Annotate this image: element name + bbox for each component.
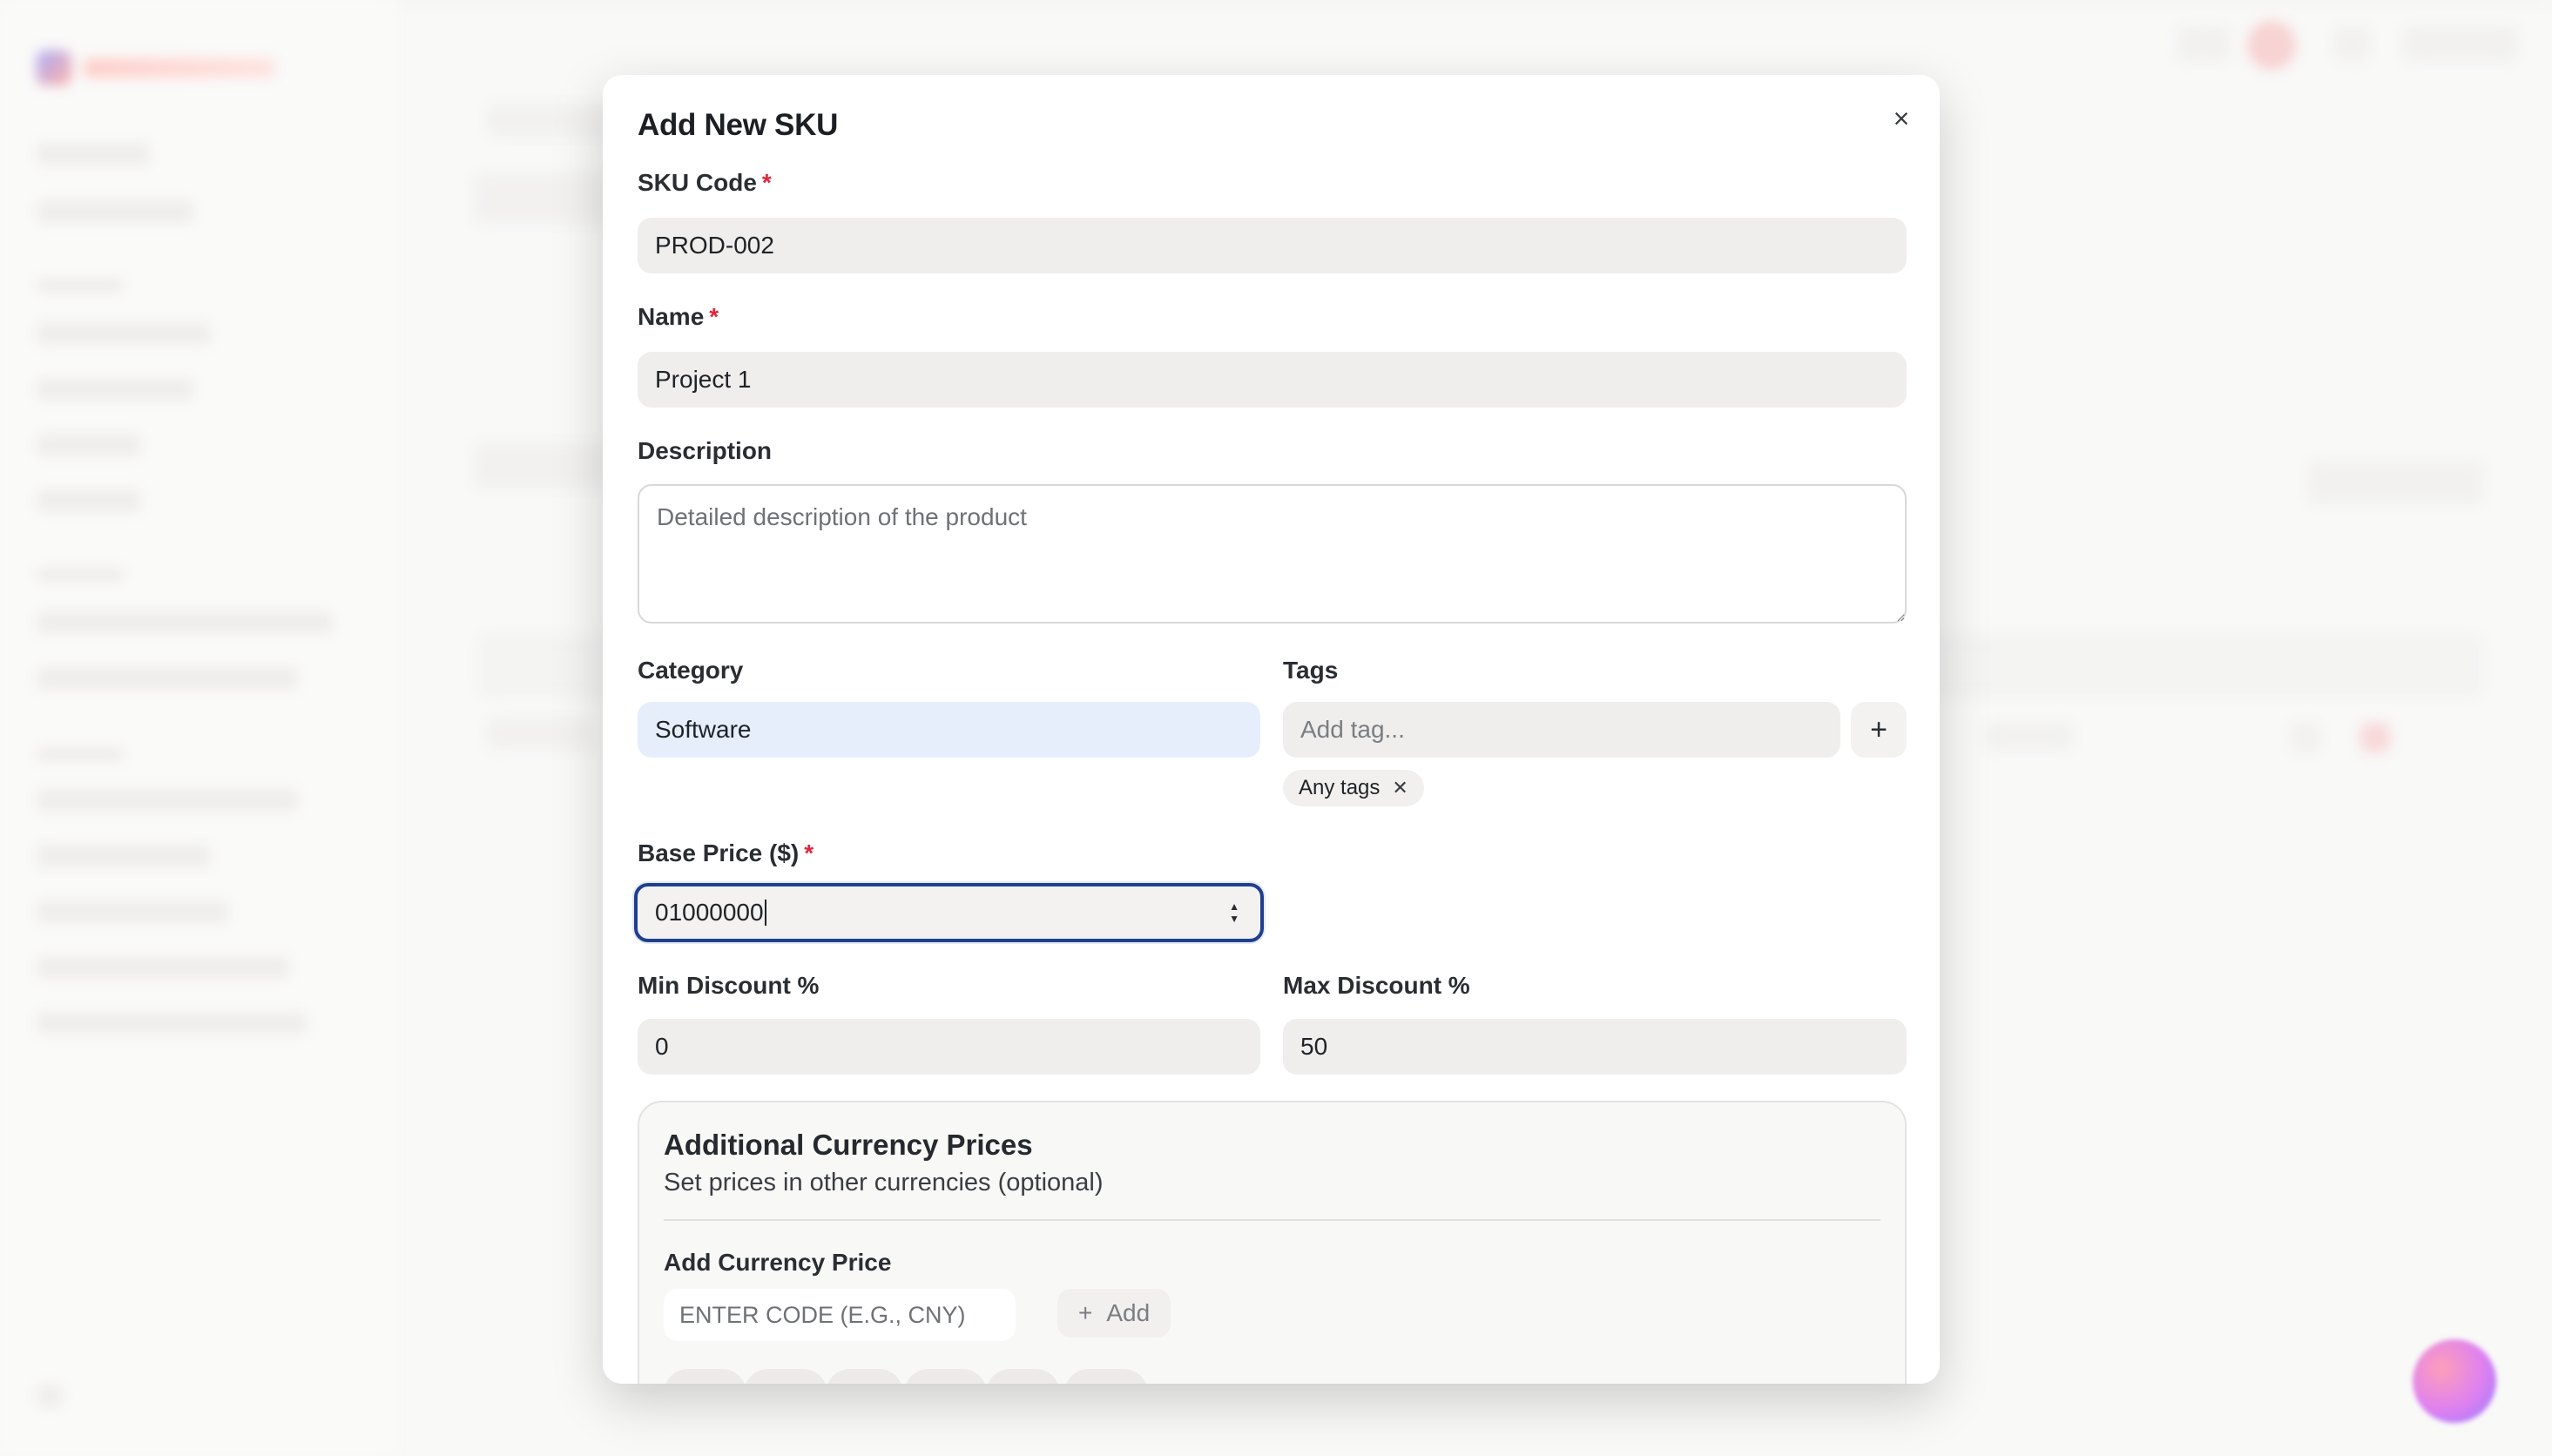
currency-chip-gbp[interactable]: GBP — [744, 1369, 828, 1384]
currency-title: Additional Currency Prices — [664, 1129, 1033, 1161]
modal-title: Add New SKU — [638, 108, 839, 142]
currency-chip-inr[interactable]: INR — [986, 1369, 1061, 1384]
currency-chip-cad[interactable]: CAD — [1064, 1369, 1148, 1384]
category-input[interactable] — [638, 702, 1260, 758]
max-discount-input[interactable] — [1283, 1019, 1907, 1075]
currency-chip-cny[interactable]: CNY — [904, 1369, 987, 1384]
add-tag-button[interactable]: + — [1851, 702, 1907, 758]
base-price-input[interactable]: 01000000 ▲ ▼ — [634, 883, 1264, 942]
add-currency-button-label: Add — [1106, 1299, 1151, 1326]
base-price-label: Base Price ($) * — [638, 839, 814, 867]
chat-fab[interactable] — [2413, 1339, 2496, 1423]
base-price-value: 01000000 — [655, 899, 764, 926]
required-marker: * — [804, 839, 814, 866]
currency-subtitle: Set prices in other currencies (optional… — [664, 1169, 1104, 1196]
plus-icon: + — [1870, 712, 1887, 746]
tags-input[interactable] — [1283, 702, 1840, 758]
divider — [664, 1219, 1880, 1221]
add-sku-modal: Add New SKU × SKU Code* Name* Descriptio… — [603, 75, 1940, 1384]
plus-icon: + — [1078, 1299, 1093, 1326]
min-discount-input[interactable] — [638, 1019, 1260, 1075]
required-marker: * — [761, 169, 772, 196]
tag-chip-label: Any tags — [1299, 776, 1381, 799]
category-label: Category — [638, 657, 744, 684]
tags-label: Tags — [1283, 657, 1339, 684]
sku-code-label-text: SKU Code — [638, 169, 757, 196]
text-caret — [764, 900, 766, 926]
add-currency-button[interactable]: + Add — [1057, 1289, 1171, 1338]
min-discount-label: Min Discount % — [638, 972, 820, 999]
max-discount-label: Max Discount % — [1283, 972, 1470, 999]
required-marker: * — [709, 303, 719, 330]
description-label: Description — [638, 437, 773, 464]
base-price-label-text: Base Price ($) — [638, 839, 800, 866]
tag-chip: Any tags ✕ — [1283, 770, 1424, 806]
sku-code-label: SKU Code * — [638, 169, 772, 197]
description-textarea[interactable] — [638, 484, 1907, 624]
sku-code-input[interactable] — [638, 218, 1907, 273]
currency-prices-card: Additional Currency Prices Set prices in… — [638, 1101, 1907, 1384]
number-spinner-icon[interactable]: ▲ ▼ — [1229, 901, 1239, 924]
remove-tag-icon[interactable]: ✕ — [1392, 777, 1408, 799]
name-label-text: Name — [638, 303, 705, 330]
close-icon[interactable]: × — [1884, 101, 1919, 136]
currency-chip-eur[interactable]: EUR — [664, 1369, 746, 1384]
name-label: Name * — [638, 303, 719, 331]
currency-code-input[interactable] — [664, 1289, 1016, 1341]
name-input[interactable] — [638, 352, 1907, 408]
currency-chip-jpy[interactable]: JPY — [826, 1369, 904, 1384]
add-currency-label: Add Currency Price — [664, 1249, 892, 1276]
